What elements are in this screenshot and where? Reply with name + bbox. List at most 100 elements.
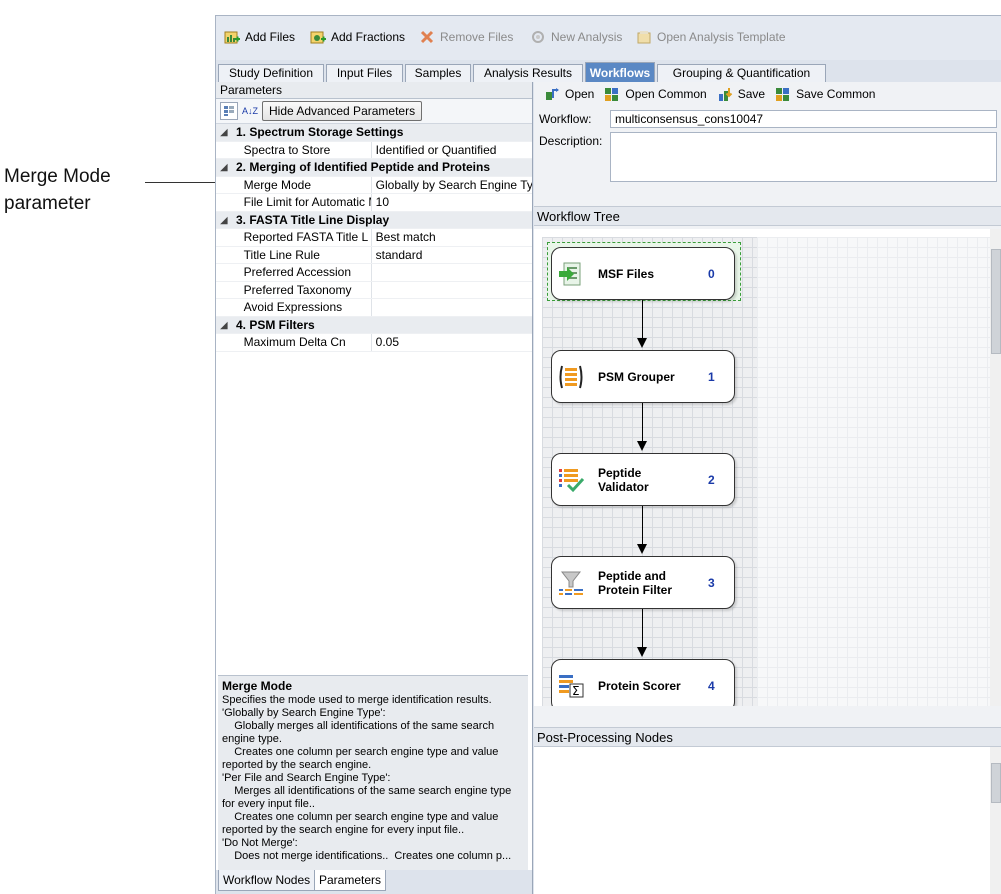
help-line: 'Globally by Search Engine Type':	[222, 707, 386, 719]
open-template-icon	[636, 29, 652, 45]
parameter-row[interactable]: File Limit for Automatic M 10	[216, 194, 532, 212]
parameter-category[interactable]: ◢ 1. Spectrum Storage Settings	[216, 124, 532, 142]
tab-workflows[interactable]: Workflows	[585, 62, 655, 83]
parameter-row[interactable]: Reported FASTA Title L Best match	[216, 229, 532, 247]
parameter-row[interactable]: Avoid Expressions	[216, 299, 532, 317]
collapse-triangle-icon[interactable]: ◢	[216, 212, 232, 229]
help-line: Specifies the mode used to merge identif…	[222, 694, 492, 706]
open-analysis-template-button[interactable]: Open Analysis Template	[636, 28, 786, 46]
workflow-name-input[interactable]: multiconsensus_cons10047	[610, 110, 997, 128]
parameter-name: Merge Mode	[232, 176, 372, 193]
remove-files-button[interactable]: Remove Files	[419, 28, 513, 46]
parameter-value[interactable]: Globally by Search Engine Type	[372, 177, 532, 194]
workflow-tree-scroll-thumb[interactable]	[991, 249, 1001, 354]
connector-line	[642, 506, 643, 544]
parameter-category-label: 4. PSM Filters	[236, 317, 315, 332]
new-analysis-button[interactable]: New Analysis	[530, 28, 622, 46]
new-analysis-label: New Analysis	[551, 30, 623, 44]
connector-arrow-icon	[637, 647, 647, 657]
parameter-row[interactable]: Preferred Taxonomy	[216, 281, 532, 299]
save-button[interactable]: Save	[717, 86, 765, 102]
parameter-name: File Limit for Automatic M	[232, 194, 372, 211]
description-input[interactable]	[610, 132, 997, 182]
parameter-grid: ◢ 1. Spectrum Storage Settings Spectra to …	[216, 124, 532, 352]
row-indent	[216, 229, 232, 246]
callout-line1: Merge Mode	[4, 166, 111, 187]
remove-files-icon	[419, 29, 435, 45]
collapse-triangle-icon[interactable]: ◢	[216, 124, 232, 141]
save-icon	[717, 86, 733, 102]
parameter-row[interactable]: Merge Mode Globally by Search Engine Type	[216, 176, 532, 194]
node-number: 2	[708, 472, 715, 487]
collapse-triangle-icon[interactable]: ◢	[216, 159, 232, 176]
node-label: Peptide Validator	[598, 465, 649, 494]
post-processing-area[interactable]	[534, 747, 1001, 894]
sort-alphabetical-icon[interactable]: A↓Z	[242, 103, 258, 119]
parameter-value[interactable]	[372, 299, 532, 316]
parameter-name: Avoid Expressions	[232, 299, 372, 316]
parameter-value[interactable]: Identified or Quantified	[372, 142, 532, 159]
tab-workflow-nodes[interactable]: Workflow Nodes	[218, 870, 316, 891]
post-processing-scrollbar[interactable]	[990, 747, 1001, 894]
parameter-category[interactable]: ◢ 3. FASTA Title Line Display	[216, 211, 532, 229]
add-fractions-button[interactable]: Add Fractions	[310, 28, 405, 46]
parameter-category[interactable]: ◢ 4. PSM Filters	[216, 316, 532, 334]
parameter-row[interactable]: Spectra to Store Identified or Quantified	[216, 141, 532, 159]
tab-parameters[interactable]: Parameters	[314, 870, 387, 891]
workflow-tree-header: Workflow Tree	[534, 206, 1001, 226]
parameter-name: Title Line Rule	[232, 246, 372, 263]
parameters-pane: Parameters A↓Z Hide Advanced Parameters …	[216, 82, 533, 894]
node-protein-scorer[interactable]: Σ Protein Scorer 4	[551, 659, 735, 706]
connector-arrow-icon	[637, 441, 647, 451]
tab-grouping-quantification[interactable]: Grouping & Quantification	[657, 64, 826, 82]
help-line: reported by the search engine for every …	[222, 824, 465, 836]
workflow-label: Workflow:	[539, 112, 592, 126]
collapse-triangle-icon[interactable]: ◢	[216, 317, 232, 334]
parameter-category[interactable]: ◢ 2. Merging of Identified Peptide and Pr…	[216, 159, 532, 177]
node-peptide-protein-filter[interactable]: Peptide and Protein Filter 3	[551, 556, 735, 609]
node-label: Peptide and Protein Filter	[598, 568, 673, 597]
node-number: 0	[708, 266, 715, 281]
parameter-value[interactable]: standard	[372, 247, 532, 264]
open-button[interactable]: Open	[544, 86, 594, 102]
hide-advanced-parameters-button[interactable]: Hide Advanced Parameters	[262, 101, 423, 121]
parameter-value[interactable]	[372, 282, 532, 299]
parameter-row[interactable]: Preferred Accession	[216, 264, 532, 282]
callout-label: Merge Mode parameter	[4, 163, 111, 217]
open-common-label: Open Common	[625, 87, 707, 101]
tab-input-files[interactable]: Input Files	[326, 64, 403, 82]
post-processing-scroll-thumb[interactable]	[991, 763, 1001, 803]
callout-line2: parameter	[4, 193, 91, 214]
connector-line	[642, 403, 643, 441]
row-indent	[216, 334, 232, 351]
add-files-icon	[224, 29, 240, 45]
workflow-tree-scrollbar[interactable]	[990, 229, 1001, 706]
row-indent	[216, 264, 232, 281]
msf-files-icon	[558, 261, 584, 287]
parameter-value[interactable]: 10	[372, 194, 532, 211]
parameter-name: Spectra to Store	[232, 141, 372, 158]
save-common-button[interactable]: Save Common	[775, 86, 875, 102]
tab-study-definition[interactable]: Study Definition	[218, 64, 324, 82]
parameter-value[interactable]: 0.05	[372, 334, 532, 351]
add-files-button[interactable]: Add Files	[224, 28, 295, 46]
add-fractions-icon	[310, 29, 326, 45]
categorized-view-icon[interactable]	[220, 102, 238, 120]
tab-analysis-results[interactable]: Analysis Results	[473, 64, 583, 82]
workflow-tree-canvas[interactable]: MSF Files 0 PSM Grouper 1 Peptide Validator 2…	[534, 229, 990, 706]
node-peptide-validator[interactable]: Peptide Validator 2	[551, 453, 735, 506]
row-indent	[216, 299, 232, 316]
open-common-button[interactable]: Open Common	[604, 86, 707, 102]
parameter-value[interactable]	[372, 264, 532, 281]
help-line: Creates one column per search engine typ…	[222, 811, 499, 823]
node-msf-files[interactable]: MSF Files 0	[551, 247, 735, 300]
help-title: Merge Mode	[222, 679, 293, 693]
node-psm-grouper[interactable]: PSM Grouper 1	[551, 350, 735, 403]
row-indent	[216, 142, 232, 159]
save-common-label: Save Common	[796, 87, 876, 101]
parameter-row[interactable]: Maximum Delta Cn 0.05	[216, 334, 532, 352]
parameter-row[interactable]: Title Line Rule standard	[216, 246, 532, 264]
parameter-value[interactable]: Best match	[372, 229, 532, 246]
tab-samples[interactable]: Samples	[405, 64, 471, 82]
help-line: Globally merges all identifications of t…	[222, 720, 495, 732]
